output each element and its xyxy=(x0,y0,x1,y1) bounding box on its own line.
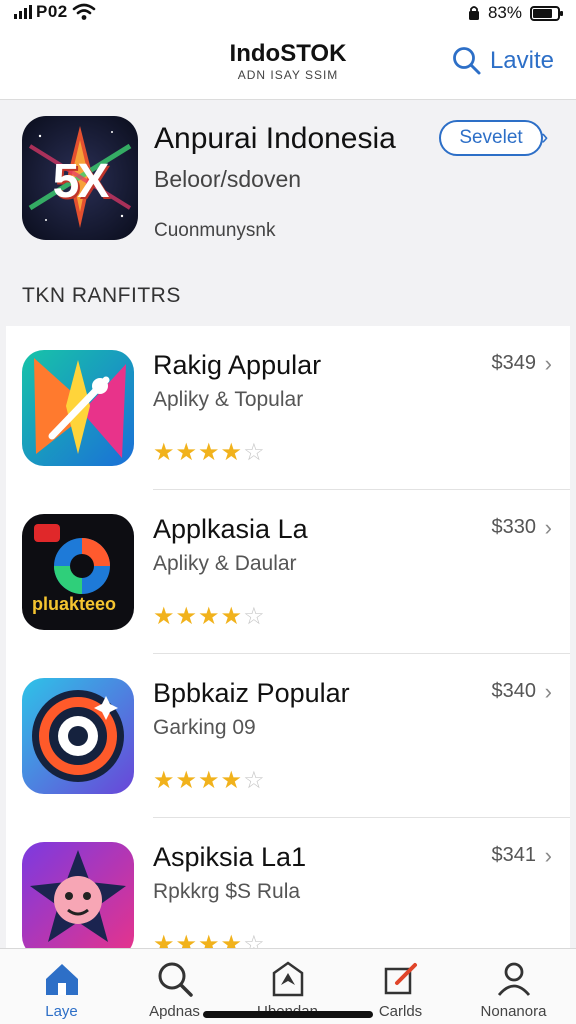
app-price: $340 xyxy=(491,680,537,702)
profile-icon xyxy=(497,962,531,996)
carrier-label: P02 xyxy=(36,2,68,21)
app-list: Rakig Appular Apliky & Topular ★★★★☆ $34… xyxy=(6,326,570,948)
star-outline-icon: ☆ xyxy=(243,767,266,794)
chevron-right-icon[interactable]: › xyxy=(541,124,548,150)
app-name: Rakig Appular xyxy=(153,350,322,380)
app-subtitle: Apliky & Topular xyxy=(153,388,304,411)
featured-app[interactable]: 5X Anpurai Indonesia Beloor/sdoven Cuonm… xyxy=(0,100,576,260)
star-rating: ★★★★☆ xyxy=(153,766,266,795)
app-icon-text: pluakteeo xyxy=(32,594,117,614)
list-item[interactable]: pluakteeo Applkasia La Apliky & Daular ★… xyxy=(6,490,570,654)
app-subtitle: Apliky & Daular xyxy=(153,552,297,575)
list-item[interactable]: Rakig Appular Apliky & Topular ★★★★☆ $34… xyxy=(6,326,570,490)
app-subtitle: Rpkkrg $S Rula xyxy=(153,880,301,903)
section-title: TKN RANFITRS xyxy=(22,284,181,307)
app-price: $330 xyxy=(491,516,537,538)
apps-icon xyxy=(272,961,304,997)
featured-app-name: Anpurai Indonesia xyxy=(154,122,396,155)
app-price: $341 xyxy=(491,844,537,866)
battery-percent: 83% xyxy=(487,3,522,22)
lock-icon xyxy=(468,6,479,20)
wifi-icon xyxy=(72,3,96,20)
chevron-right-icon[interactable]: › xyxy=(545,351,552,377)
chevron-right-icon[interactable]: › xyxy=(545,515,552,541)
app-icon[interactable]: pluakteeo xyxy=(22,514,134,630)
star-rating: ★★★★☆ xyxy=(153,930,266,948)
search-icon xyxy=(158,962,193,997)
featured-app-icon[interactable]: 5X xyxy=(22,116,138,240)
star-icon: ★★★★ xyxy=(153,931,244,948)
signal-icon xyxy=(14,5,32,19)
tab-profile[interactable]: Nonanora xyxy=(456,949,571,1024)
app-name: Applkasia La xyxy=(153,514,308,544)
tab-home[interactable]: Laye xyxy=(4,949,119,1024)
featured-icon-text: 5X xyxy=(52,155,110,208)
app-name: Bpbkaiz Popular xyxy=(153,678,350,708)
star-icon: ★★★★ xyxy=(153,603,244,630)
tab-label: Laye xyxy=(45,1003,78,1020)
status-bar: P02 83% xyxy=(0,0,576,24)
star-icon: ★★★★ xyxy=(153,767,244,794)
tab-label: Nonanora xyxy=(480,1003,547,1020)
chevron-right-icon[interactable]: › xyxy=(545,843,552,869)
featured-app-subtitle: Beloor/sdoven xyxy=(154,166,302,192)
nav-header: IndoSTOK ADN ISAY SSIM Lavite xyxy=(0,24,576,100)
status-left: P02 xyxy=(14,2,96,22)
app-price: $349 xyxy=(491,352,537,374)
featured-app-category: Cuonmunysnk xyxy=(154,220,276,241)
list-item[interactable]: Aspiksia La1 Rpkkrg $S Rula ★★★★☆ $341 › xyxy=(6,818,570,948)
featured-select-button[interactable]: Sevelet xyxy=(439,120,543,156)
edit-icon xyxy=(384,963,417,995)
star-outline-icon: ☆ xyxy=(243,603,266,630)
search-button[interactable]: Lavite xyxy=(452,46,554,76)
status-right: 83% xyxy=(468,3,563,23)
star-rating: ★★★★☆ xyxy=(153,602,266,631)
chevron-right-icon[interactable]: › xyxy=(545,679,552,705)
star-outline-icon: ☆ xyxy=(243,439,266,466)
app-icon[interactable] xyxy=(22,678,134,794)
search-icon xyxy=(453,47,481,75)
star-rating: ★★★★☆ xyxy=(153,438,266,467)
star-icon: ★★★★ xyxy=(153,439,244,466)
app-icon[interactable] xyxy=(22,350,134,466)
home-indicator[interactable] xyxy=(203,1011,373,1018)
app-name: Aspiksia La1 xyxy=(153,842,307,872)
app-subtitle: Garking 09 xyxy=(153,716,256,739)
list-item[interactable]: Bpbkaiz Popular Garking 09 ★★★★☆ $340 › xyxy=(6,654,570,818)
star-outline-icon: ☆ xyxy=(243,931,266,948)
battery-icon xyxy=(530,5,563,21)
search-label: Lavite xyxy=(489,47,554,74)
home-icon xyxy=(46,964,78,995)
app-icon[interactable] xyxy=(22,842,134,948)
